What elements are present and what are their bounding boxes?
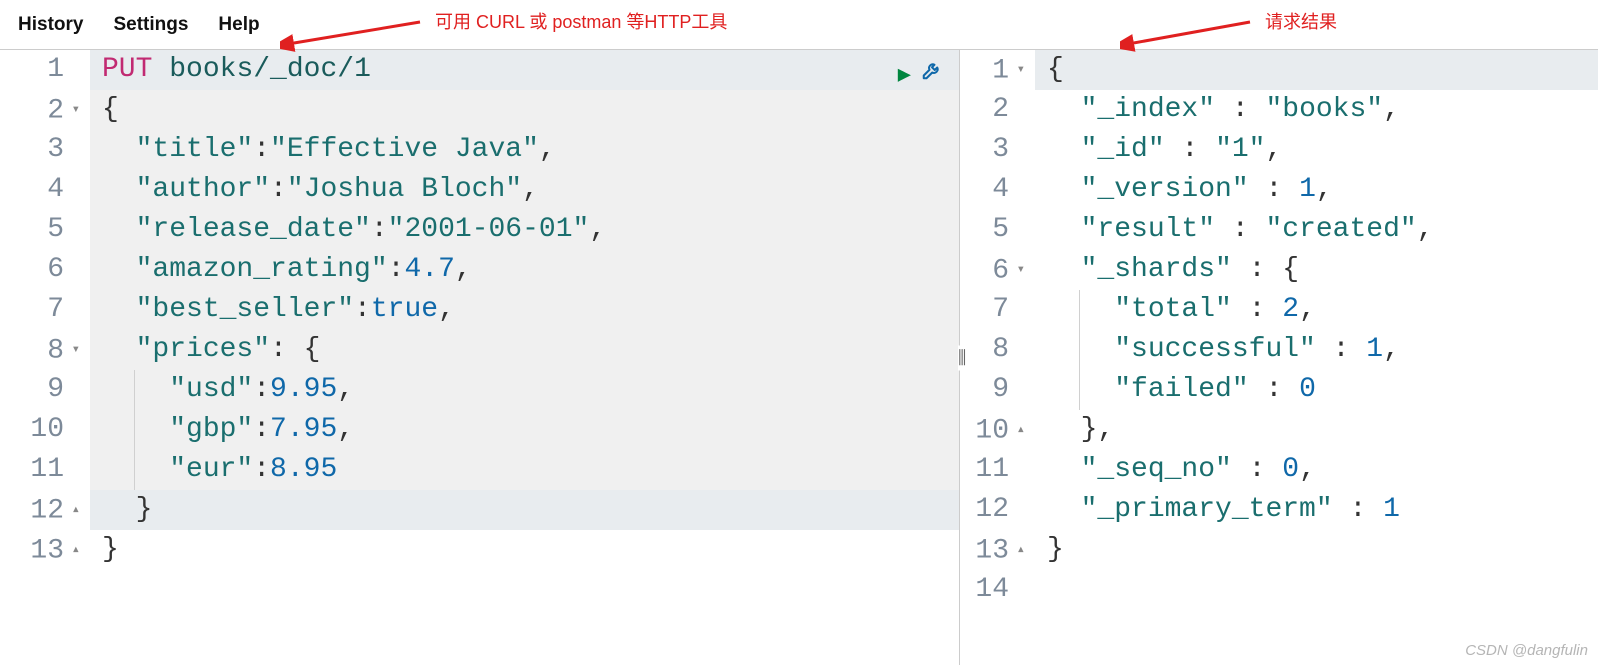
line-number: 6 — [0, 250, 80, 290]
code-line[interactable]: "successful" : 1, — [1035, 330, 1598, 370]
menu-settings[interactable]: Settings — [113, 14, 188, 36]
code-line[interactable]: "eur":8.95 — [90, 450, 959, 490]
code-line[interactable]: "result" : "created", — [1035, 210, 1598, 250]
code-line[interactable]: { — [1035, 50, 1598, 90]
line-number: 3 — [0, 130, 80, 170]
code-line[interactable]: "_seq_no" : 0, — [1035, 450, 1598, 490]
line-number: 9 — [0, 370, 80, 410]
line-number: 2 — [960, 90, 1025, 130]
line-number: 13▴ — [0, 530, 80, 570]
code-line[interactable]: } — [1035, 530, 1598, 570]
line-number: 7 — [960, 290, 1025, 330]
line-number: 10 — [0, 410, 80, 450]
line-number: 10▴ — [960, 410, 1025, 450]
menu-help[interactable]: Help — [218, 14, 259, 36]
run-icon[interactable]: ▶ — [898, 56, 911, 96]
code-line[interactable]: "amazon_rating":4.7, — [90, 250, 959, 290]
line-number: 12 — [960, 490, 1025, 530]
code-line[interactable]: "title":"Effective Java", — [90, 130, 959, 170]
code-line[interactable]: "failed" : 0 — [1035, 370, 1598, 410]
menubar: History Settings Help — [0, 0, 1598, 50]
code-line[interactable]: "_primary_term" : 1 — [1035, 490, 1598, 530]
code-line[interactable]: "best_seller":true, — [90, 290, 959, 330]
line-number: 3 — [960, 130, 1025, 170]
pane-divider-icon[interactable]: ⫼ — [958, 345, 966, 370]
code-line[interactable]: "total" : 2, — [1035, 290, 1598, 330]
code-line[interactable]: "release_date":"2001-06-01", — [90, 210, 959, 250]
line-number: 4 — [0, 170, 80, 210]
annotation-right-text: 请求结果 — [1265, 8, 1337, 34]
line-number: 2▾ — [0, 90, 80, 130]
wrench-icon[interactable] — [921, 56, 943, 96]
response-code: { "_index" : "books", "_id" : "1", "_ver… — [1035, 50, 1598, 665]
code-line[interactable]: "usd":9.95, — [90, 370, 959, 410]
line-number: 14 — [960, 570, 1025, 610]
line-number: 6▾ — [960, 250, 1025, 290]
line-number: 8 — [960, 330, 1025, 370]
code-line[interactable]: "gbp":7.95, — [90, 410, 959, 450]
request-code[interactable]: ▶ PUT books/_doc/1{ "title":"Effective J… — [90, 50, 959, 665]
line-number: 1 — [0, 50, 80, 90]
code-line[interactable]: "author":"Joshua Bloch", — [90, 170, 959, 210]
line-number: 1▾ — [960, 50, 1025, 90]
watermark: CSDN @dangfulin — [1465, 642, 1588, 659]
code-line[interactable]: "_version" : 1, — [1035, 170, 1598, 210]
code-line[interactable] — [1035, 570, 1598, 610]
line-number: 11 — [960, 450, 1025, 490]
request-line-actions: ▶ — [898, 56, 943, 96]
line-number: 13▴ — [960, 530, 1025, 570]
response-editor: 1▾23456▾78910▴111213▴14 { "_index" : "bo… — [960, 50, 1598, 665]
request-gutter: 12▾345678▾9101112▴13▴ — [0, 50, 90, 665]
line-number: 5 — [960, 210, 1025, 250]
code-line[interactable]: "prices": { — [90, 330, 959, 370]
line-number: 8▾ — [0, 330, 80, 370]
line-number: 9 — [960, 370, 1025, 410]
split-panes: 12▾345678▾9101112▴13▴ ▶ PUT books/_doc/1… — [0, 50, 1598, 665]
code-line[interactable]: } — [90, 530, 959, 570]
annotation-left-text: 可用 CURL 或 postman 等HTTP工具 — [435, 8, 727, 34]
line-number: 11 — [0, 450, 80, 490]
line-number: 12▴ — [0, 490, 80, 530]
response-gutter: 1▾23456▾78910▴111213▴14 — [960, 50, 1035, 665]
code-line[interactable]: PUT books/_doc/1 — [90, 50, 959, 90]
code-line[interactable]: } — [90, 490, 959, 530]
code-line[interactable]: "_id" : "1", — [1035, 130, 1598, 170]
code-line[interactable]: "_index" : "books", — [1035, 90, 1598, 130]
menu-history[interactable]: History — [18, 14, 83, 36]
line-number: 7 — [0, 290, 80, 330]
code-line[interactable]: "_shards" : { — [1035, 250, 1598, 290]
request-editor[interactable]: 12▾345678▾9101112▴13▴ ▶ PUT books/_doc/1… — [0, 50, 960, 665]
code-line[interactable]: { — [90, 90, 959, 130]
line-number: 5 — [0, 210, 80, 250]
code-line[interactable]: }, — [1035, 410, 1598, 450]
line-number: 4 — [960, 170, 1025, 210]
